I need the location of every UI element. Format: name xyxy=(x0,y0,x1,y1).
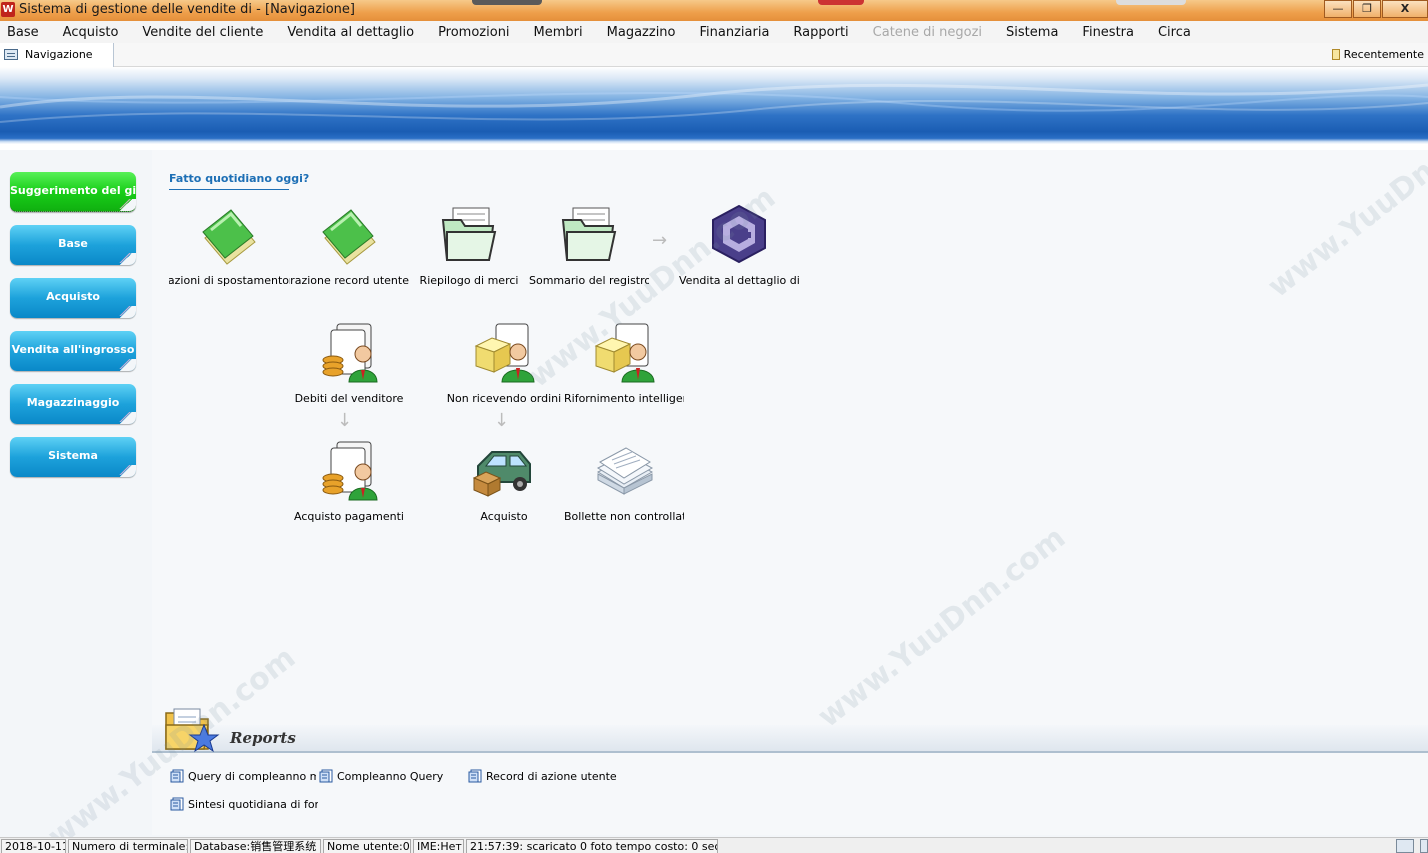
report-label: Sintesi quotidiana di fornitori xyxy=(188,798,318,811)
nav-sistema[interactable]: Sistema xyxy=(10,437,136,477)
status-user: Nome utente:01 xyxy=(323,839,411,853)
folder-icon xyxy=(441,207,497,261)
header-banner xyxy=(0,67,1428,150)
menu-promozioni[interactable]: Promozioni xyxy=(426,25,521,40)
coins-person-icon xyxy=(322,441,378,501)
tab-strip: Navigazione Recentemente xyxy=(0,43,1428,67)
menu-finestra[interactable]: Finestra xyxy=(1070,25,1146,40)
status-terminal: Numero di terminale:02 xyxy=(68,839,188,853)
task-label: Acquisto xyxy=(480,510,528,523)
title-decoration xyxy=(818,0,864,5)
report-icon xyxy=(170,797,184,811)
task-label: Rifornimento intelligente xyxy=(564,392,684,405)
nav-magazzinaggio[interactable]: Magazzinaggio xyxy=(10,384,136,424)
close-button[interactable]: X xyxy=(1382,0,1428,18)
arrow-right-icon: → xyxy=(652,230,668,251)
task-label: Bollette non controllati xyxy=(564,510,684,523)
task-label: Riepilogo di merci xyxy=(419,274,519,287)
report-icon xyxy=(468,769,482,783)
title-decoration xyxy=(1116,0,1186,5)
truck-icon xyxy=(472,451,531,497)
layout-icon[interactable] xyxy=(1396,839,1414,853)
panel-icon[interactable] xyxy=(1420,839,1428,853)
status-database: Database:销售管理系统 xyxy=(190,839,321,853)
left-navigation: Suggerimento del giorno Base Acquisto Ve… xyxy=(0,150,152,835)
task-label: Sommario del registro xyxy=(529,274,649,287)
status-ime: IME:Нет xyxy=(413,839,464,853)
gamecube-icon xyxy=(712,204,766,264)
menu-sistema[interactable]: Sistema xyxy=(994,25,1070,40)
menu-finanziaria[interactable]: Finanziaria xyxy=(688,25,782,40)
daily-tasks-panel: Fatto quotidiano oggi? Dichiarare inform… xyxy=(152,150,1428,725)
task-label: Non ricevendo ordini xyxy=(446,392,562,405)
window-title: Sistema di gestione delle vendite di - [… xyxy=(19,2,355,17)
status-log: 21:57:39: scaricato 0 foto tempo costo: … xyxy=(466,839,718,853)
tab-navigazione[interactable]: Navigazione xyxy=(0,43,114,67)
green-book-icon xyxy=(202,209,256,265)
reports-title: Reports xyxy=(230,729,296,747)
report-icon xyxy=(170,769,184,783)
task-label: Fatturazione record utente xyxy=(289,274,409,287)
menu-vendita-dettaglio[interactable]: Vendita al dettaglio xyxy=(275,25,426,40)
box-person-icon xyxy=(474,323,535,383)
title-decoration xyxy=(472,0,542,5)
green-book-icon xyxy=(322,209,376,265)
menu-vendite-cliente[interactable]: Vendite del cliente xyxy=(130,25,275,40)
recent-label: Recentemente xyxy=(1343,48,1424,61)
menu-acquisto[interactable]: Acquisto xyxy=(51,25,131,40)
tab-label: Navigazione xyxy=(25,48,93,61)
folder-icon xyxy=(561,207,617,261)
menu-base[interactable]: Base xyxy=(0,25,51,40)
app-logo-icon: W xyxy=(1,2,15,17)
report-icon xyxy=(319,769,333,783)
task-label: Vendita al dettaglio di tutti i giorni xyxy=(679,274,799,287)
coins-person-icon xyxy=(322,323,378,383)
report-query-compleanno-membri[interactable]: Query di compleanno membri xyxy=(170,769,316,783)
report-label: Compleanno Query xyxy=(337,770,444,783)
status-bar: 2018-10-11 Numero di terminale:02 Databa… xyxy=(0,837,1428,853)
menu-membri[interactable]: Membri xyxy=(522,25,595,40)
report-label: Query di compleanno membri xyxy=(188,770,316,783)
reports-header: Reports xyxy=(152,725,1428,753)
task-label: Dichiarare informazioni di spostamento xyxy=(169,274,289,287)
arrow-down-icon: ↓ xyxy=(337,410,353,431)
reports-list: Query di compleanno membri Compleanno Qu… xyxy=(152,753,1428,835)
box-person-icon xyxy=(594,323,655,383)
list-icon xyxy=(4,49,18,60)
minimize-button[interactable]: — xyxy=(1324,0,1352,18)
section-title: Fatto quotidiano oggi? xyxy=(169,172,309,190)
task-label: Debiti del venditore xyxy=(294,392,404,405)
menu-rapporti[interactable]: Rapporti xyxy=(781,25,860,40)
title-bar: W Sistema di gestione delle vendite di -… xyxy=(0,0,1428,21)
nav-base[interactable]: Base xyxy=(10,225,136,265)
document-icon xyxy=(1331,49,1340,60)
task-label: Acquisto pagamenti xyxy=(294,510,404,523)
menu-catene-negozi: Catene di negozi xyxy=(872,24,983,40)
recent-button[interactable]: Recentemente xyxy=(1331,48,1424,61)
menu-bar: Base Acquisto Vendite del cliente Vendit… xyxy=(0,21,1428,43)
report-compleanno-query[interactable]: Compleanno Query xyxy=(319,769,459,783)
menu-circa[interactable]: Circa xyxy=(1146,25,1203,40)
nav-vendita-ingrosso[interactable]: Vendita all'ingrosso xyxy=(10,331,136,371)
report-record-azione-utente[interactable]: Record di azione utente xyxy=(468,769,628,783)
maximize-button[interactable]: ❐ xyxy=(1353,0,1381,18)
documents-icon xyxy=(596,447,654,495)
reports-folder-icon xyxy=(165,708,220,753)
nav-suggerimento-giorno[interactable]: Suggerimento del giorno xyxy=(10,172,136,212)
arrow-down-icon: ↓ xyxy=(494,410,510,431)
report-label: Record di azione utente xyxy=(486,770,617,783)
menu-magazzino[interactable]: Magazzino xyxy=(595,25,688,40)
report-sintesi-fornitori[interactable]: Sintesi quotidiana di fornitori xyxy=(170,797,318,811)
nav-acquisto[interactable]: Acquisto xyxy=(10,278,136,318)
status-date: 2018-10-11 xyxy=(1,839,66,853)
